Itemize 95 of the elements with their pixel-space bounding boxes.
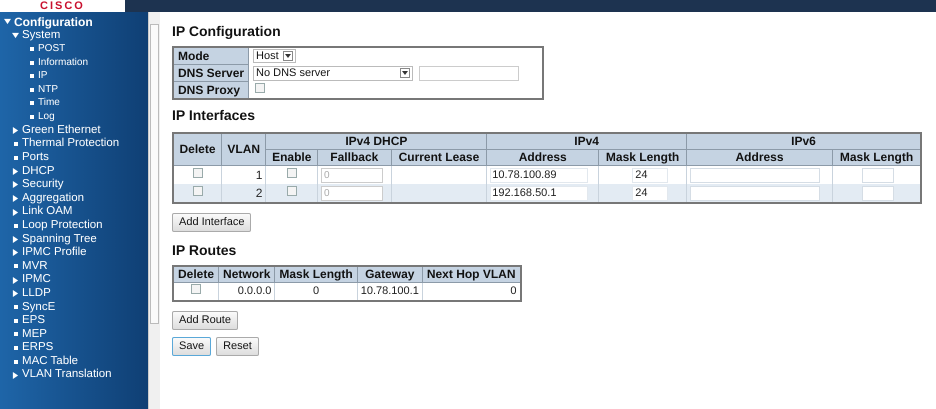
address-input[interactable] <box>690 168 820 182</box>
table-header: Enable <box>266 150 318 166</box>
sidebar-item[interactable]: Link OAM <box>22 206 72 218</box>
bullet-icon <box>14 346 18 350</box>
table-header: Network <box>218 266 275 283</box>
sidebar-item[interactable]: Log <box>38 112 55 122</box>
bullet-icon <box>30 88 34 92</box>
sidebar-item[interactable]: Loop Protection <box>22 220 103 232</box>
table-header: Mode <box>173 47 249 64</box>
sidebar-item[interactable]: Information <box>38 58 88 68</box>
mask-length-input[interactable]: 24 <box>632 186 668 200</box>
sidebar-item[interactable]: Aggregation <box>22 192 84 204</box>
sidebar-item[interactable]: Thermal Protection <box>22 138 120 150</box>
table-header: Delete <box>173 266 219 283</box>
sidebar-item[interactable]: VLAN Translation <box>22 369 112 381</box>
dropdown-arrow-icon <box>282 51 293 62</box>
table-header: Delete <box>173 133 222 166</box>
add-route-button[interactable]: Add Route <box>172 310 238 330</box>
table-cell: 0 <box>274 282 358 301</box>
bullet-icon <box>14 332 18 336</box>
sidebar-item[interactable]: ERPS <box>22 342 54 354</box>
dns-server-dropdown[interactable]: No DNS server <box>253 66 414 80</box>
sidebar-item[interactable]: POST <box>38 44 66 54</box>
checkbox[interactable] <box>192 168 203 178</box>
dns-server-input[interactable] <box>419 66 520 80</box>
sidebar-item[interactable]: Time <box>38 98 60 108</box>
table-header: Gateway <box>357 266 422 283</box>
checkbox[interactable] <box>191 284 202 294</box>
bullet-icon <box>30 60 34 65</box>
sidebar-item[interactable]: Ports <box>22 152 49 164</box>
section-title: IP Routes <box>172 241 238 260</box>
add-interface-button[interactable]: Add Interface <box>172 213 252 232</box>
address-input[interactable] <box>690 186 820 200</box>
sidebar-item[interactable]: Configuration <box>14 16 93 28</box>
table-header: Mask Length <box>274 266 358 283</box>
table-header: Current Lease <box>391 150 487 166</box>
sidebar-item[interactable]: System <box>22 30 60 42</box>
table-header: Address <box>686 150 833 166</box>
checkbox[interactable] <box>255 82 266 92</box>
checkbox[interactable] <box>286 186 297 196</box>
address-input[interactable]: 192.168.50.1 <box>490 186 588 200</box>
sidebar-item[interactable]: IP <box>38 71 48 82</box>
table-cell: 0 <box>422 282 521 301</box>
sidebar-item[interactable]: DHCP <box>22 166 55 178</box>
table-header: Fallback <box>318 150 392 166</box>
table-cell: 10.78.100.1 <box>357 282 422 301</box>
table-header: Mask Length <box>598 150 686 166</box>
sidebar-item[interactable]: Security <box>22 179 64 191</box>
bullet-icon <box>14 142 18 146</box>
sidebar-item[interactable]: Spanning Tree <box>22 234 97 246</box>
dropdown-arrow-icon <box>400 68 410 78</box>
sidebar-item[interactable]: IPMC Profile <box>22 247 87 259</box>
sidebar-item[interactable]: MEP <box>22 328 47 340</box>
sidebar-item[interactable]: Green Ethernet <box>22 124 101 136</box>
bullet-icon <box>14 264 18 268</box>
bullet-icon <box>14 305 18 310</box>
table-header: VLAN <box>222 133 266 166</box>
bullet-icon <box>14 224 18 228</box>
bullet-icon <box>30 74 34 78</box>
table-header: Next Hop VLAN <box>422 266 521 283</box>
checkbox[interactable] <box>286 168 297 178</box>
mask-length-input[interactable] <box>862 168 894 182</box>
table-header: Address <box>486 150 599 166</box>
table-header: Mask Length <box>832 150 921 166</box>
table-cell: 2 <box>222 184 266 203</box>
table-header: DNS Server <box>173 64 249 82</box>
save-button[interactable]: Save <box>172 336 212 356</box>
section-title: IP Configuration <box>172 22 282 40</box>
bullet-icon <box>14 360 18 364</box>
scrollbar[interactable] <box>148 12 160 409</box>
mask-length-input[interactable] <box>862 186 894 200</box>
mask-length-input[interactable]: 24 <box>632 168 668 182</box>
reset-button[interactable]: Reset <box>216 336 259 356</box>
table-header: IPv4 DHCP <box>266 133 487 150</box>
sidebar-item[interactable]: EPS <box>22 315 46 327</box>
mode-dropdown[interactable]: Host <box>253 49 296 64</box>
table-header: IPv4 <box>486 133 686 150</box>
table-cell: 0.0.0.0 <box>218 282 275 301</box>
logo: CISCO <box>40 1 85 12</box>
sidebar-item[interactable]: SyncE <box>22 302 56 314</box>
sidebar-item[interactable]: IPMC <box>22 274 51 286</box>
sidebar-item[interactable]: MVR <box>22 260 48 272</box>
section-title: IP Interfaces <box>172 106 256 124</box>
bullet-icon <box>30 114 34 119</box>
sidebar-item[interactable]: NTP <box>38 84 58 95</box>
address-input[interactable]: 10.78.100.89 <box>490 168 588 182</box>
bullet-icon <box>30 46 34 51</box>
table-header: DNS Proxy <box>173 82 249 99</box>
sidebar-item[interactable]: MAC Table <box>22 356 78 368</box>
bullet-icon <box>14 156 18 160</box>
sidebar-item[interactable]: LLDP <box>22 288 51 300</box>
table-header: IPv6 <box>686 133 921 150</box>
checkbox[interactable] <box>192 186 203 196</box>
bullet-icon <box>30 101 34 106</box>
bullet-icon <box>14 318 18 323</box>
